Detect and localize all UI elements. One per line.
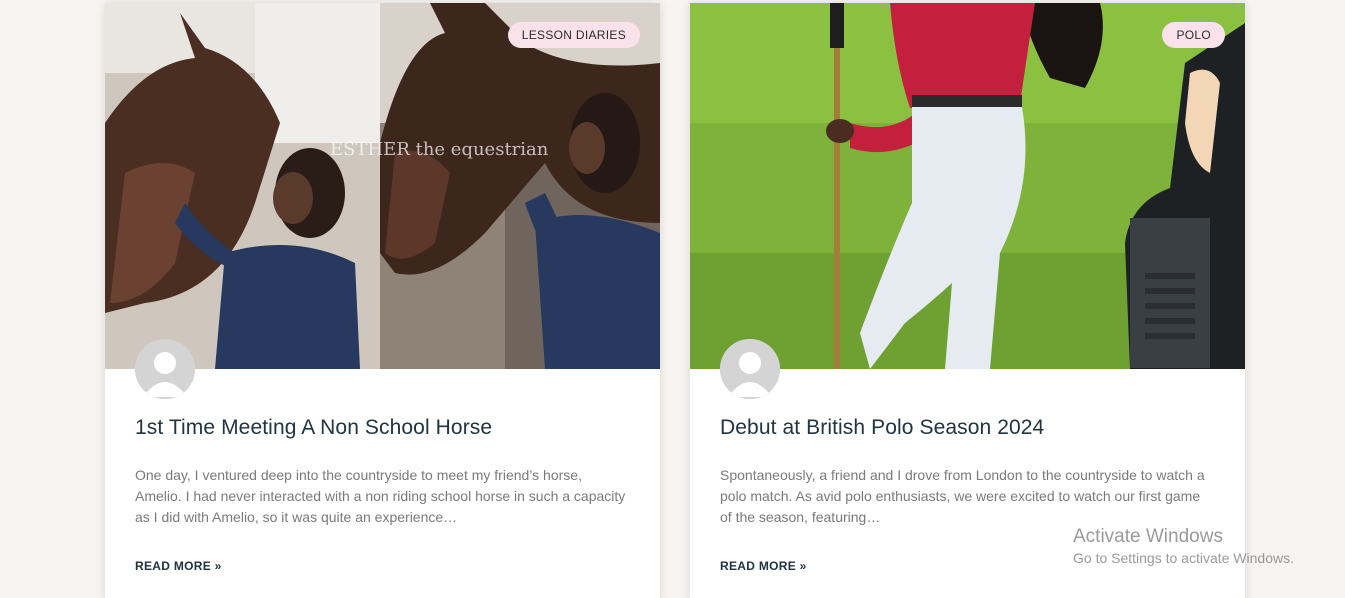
user-icon: [720, 339, 780, 399]
category-badge[interactable]: LESSON DIARIES: [507, 22, 640, 48]
image-watermark-text: ESTHER the equestrian: [330, 139, 549, 160]
post-body: 1st Time Meeting A Non School Horse One …: [105, 369, 660, 575]
author-avatar[interactable]: [720, 339, 780, 399]
activate-windows-watermark: Activate Windows Go to Settings to activ…: [1073, 526, 1294, 568]
post-thumbnail[interactable]: POLO: [690, 3, 1245, 369]
post-title[interactable]: 1st Time Meeting A Non School Horse: [135, 415, 630, 441]
watermark-title: Activate Windows: [1073, 526, 1223, 547]
read-more-link[interactable]: READ MORE »: [135, 559, 222, 573]
post-card-polo[interactable]: POLO Debut at British Polo Season 2024 S…: [690, 3, 1245, 598]
post-title[interactable]: Debut at British Polo Season 2024: [720, 415, 1215, 441]
read-more-link[interactable]: READ MORE »: [720, 559, 807, 573]
post-excerpt: Spontaneously, a friend and I drove from…: [720, 467, 1205, 525]
author-avatar[interactable]: [135, 339, 195, 399]
post-grid: ESTHER the equestrian LESSON DIARIES 1st…: [0, 0, 1345, 598]
post-thumbnail[interactable]: ESTHER the equestrian LESSON DIARIES: [105, 3, 660, 369]
post-card-lesson-diaries[interactable]: ESTHER the equestrian LESSON DIARIES 1st…: [105, 3, 660, 598]
horse-photo-image: ESTHER the equestrian: [105, 3, 660, 369]
post-excerpt: One day, I ventured deep into the countr…: [135, 467, 626, 525]
category-badge[interactable]: POLO: [1162, 22, 1225, 48]
watermark-subtitle: Go to Settings to activate Windows.: [1073, 550, 1294, 566]
polo-photo-image: [690, 3, 1245, 369]
user-icon: [135, 339, 195, 399]
